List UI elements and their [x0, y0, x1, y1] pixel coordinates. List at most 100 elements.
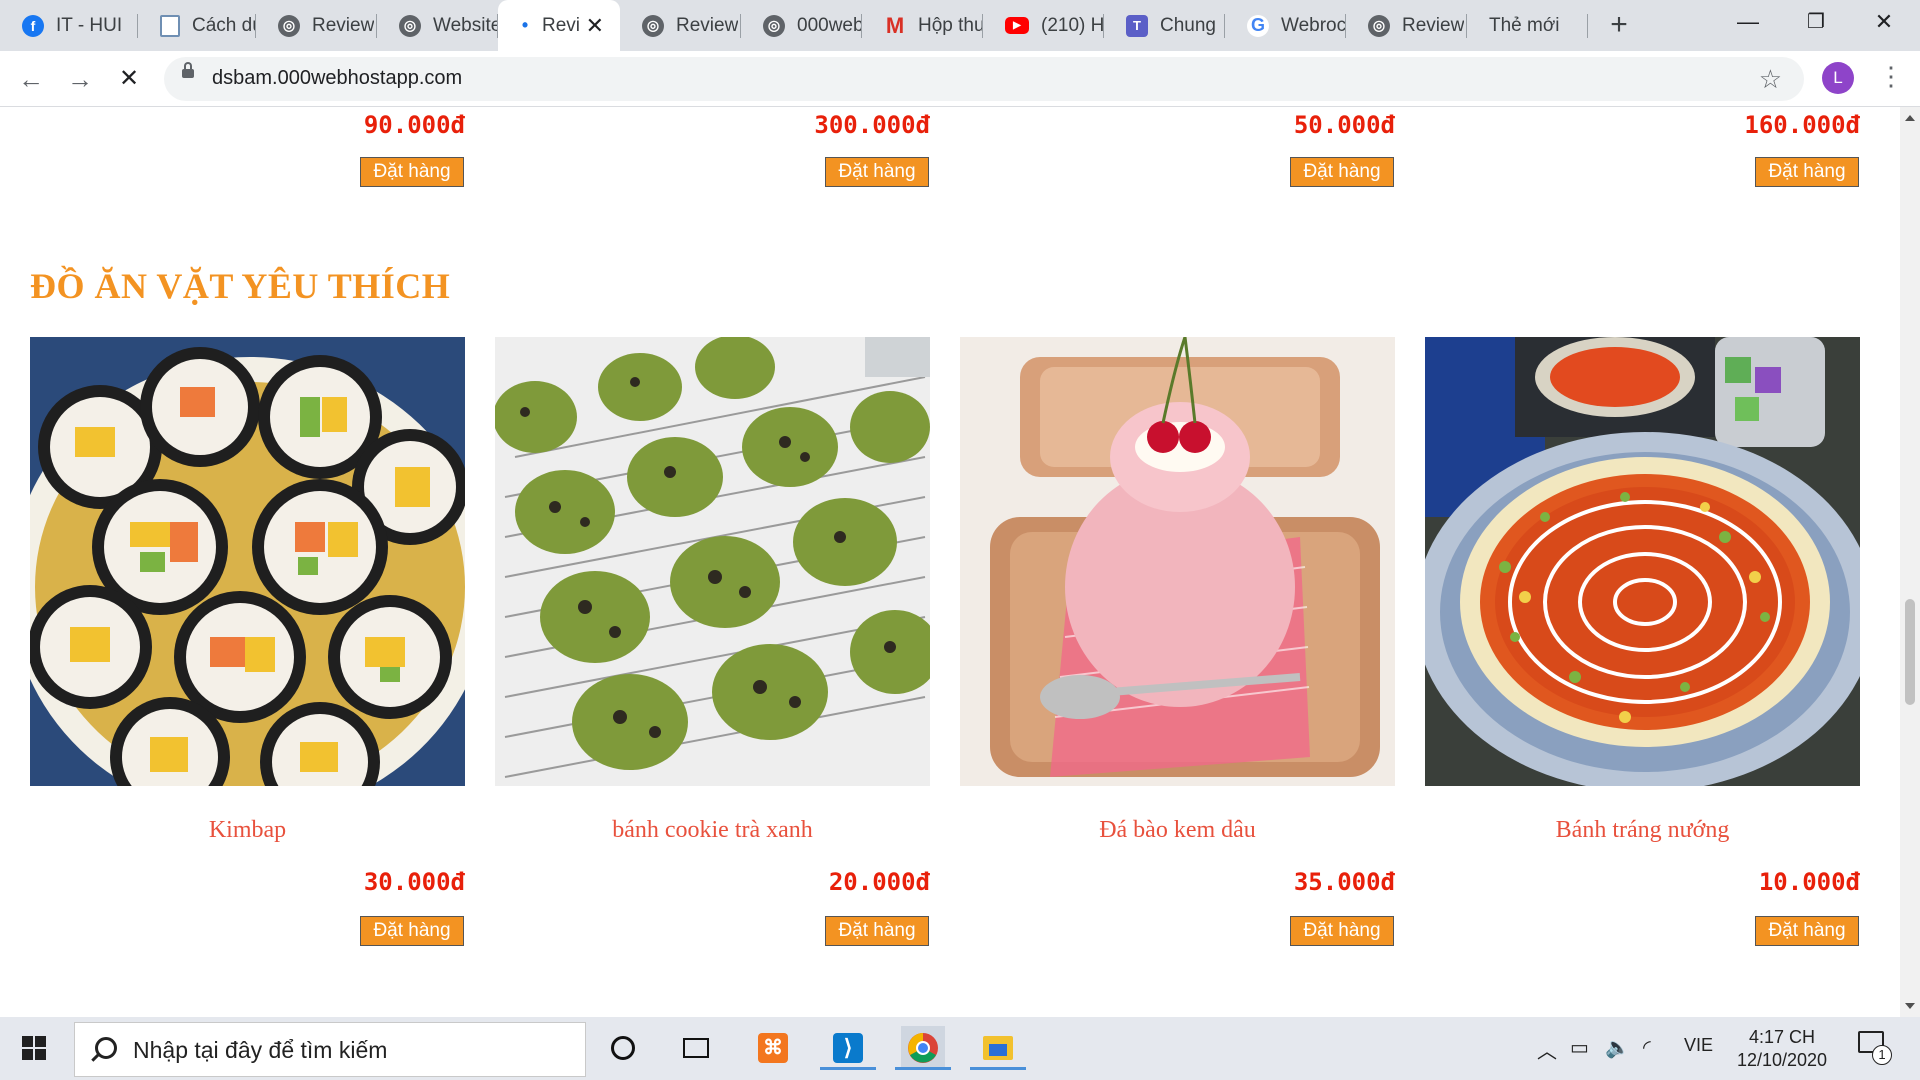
tab-review-3[interactable]: ◎ Review — [1346, 0, 1467, 51]
product-price: 300.000đ — [814, 111, 930, 139]
clock-time: 4:17 CH — [1748, 1027, 1816, 1047]
tab-label: Review — [676, 14, 739, 36]
tab-new[interactable]: Thẻ mới — [1467, 0, 1588, 51]
task-view-icon[interactable] — [674, 1026, 718, 1070]
gmail-icon: M — [885, 12, 905, 38]
xampp-icon[interactable]: ⌘ — [751, 1026, 795, 1070]
tab-label: IT - HUI — [56, 14, 123, 36]
product-image-strawberry-ice[interactable] — [960, 337, 1395, 786]
globe-icon: ◎ — [399, 14, 421, 37]
product-price: 10.000đ — [1758, 868, 1860, 896]
product-image-green-tea[interactable] — [495, 337, 930, 786]
product-name[interactable]: Đá bào kem dâu — [960, 817, 1395, 844]
profile-avatar[interactable]: L — [1822, 62, 1854, 94]
globe-icon: ◎ — [278, 14, 300, 37]
tab-google[interactable]: G Webroc — [1225, 0, 1346, 51]
scroll-thumb[interactable] — [1905, 599, 1915, 705]
order-button[interactable]: Đặt hàng — [825, 916, 929, 946]
tab-label: Cách dù — [192, 14, 256, 36]
volume-icon[interactable]: 🔈 — [1605, 1035, 1630, 1060]
windows-taskbar: Nhập tại đây để tìm kiếm ⌘ ⟩ ︿ ▭ 🔈 ◜ VIE… — [0, 1017, 1920, 1080]
strawberry-shaved-ice-photo — [960, 337, 1395, 786]
chrome-icon[interactable] — [895, 1026, 951, 1070]
globe-icon: ◎ — [763, 14, 785, 37]
youtube-icon: ▶ — [1005, 17, 1029, 34]
restore-button[interactable]: ❐ — [1782, 0, 1850, 44]
product-image-kimbap[interactable] — [30, 337, 465, 786]
tab-label: Webroc — [1281, 14, 1346, 36]
windows-start-icon[interactable] — [22, 1036, 46, 1060]
new-tab-button[interactable]: + — [1602, 9, 1636, 43]
loading-icon: • — [521, 15, 529, 35]
product-price: 30.000đ — [363, 868, 465, 896]
tab-gmail[interactable]: M Hộp thư — [862, 0, 983, 51]
product-image-rice-paper[interactable] — [1425, 337, 1860, 786]
search-icon — [95, 1037, 117, 1059]
taskbar-search[interactable]: Nhập tại đây để tìm kiếm — [74, 1022, 586, 1077]
page-scrollbar[interactable] — [1900, 107, 1920, 1017]
file-explorer-icon[interactable] — [970, 1026, 1026, 1070]
tab-000web[interactable]: ◎ 000web — [741, 0, 862, 51]
order-button[interactable]: Đặt hàng — [1755, 157, 1859, 187]
vscode-icon[interactable]: ⟩ — [820, 1026, 876, 1070]
scroll-up-icon[interactable] — [1905, 115, 1915, 121]
page-viewport: 90.000đ 300.000đ 50.000đ 160.000đ Đặt hà… — [0, 107, 1900, 1017]
scroll-down-icon[interactable] — [1905, 1003, 1915, 1009]
product-price: 160.000đ — [1744, 111, 1860, 139]
product-name[interactable]: Bánh tráng nướng — [1425, 817, 1860, 844]
tab-label: (210) H — [1041, 14, 1104, 36]
wifi-icon[interactable]: ◜ — [1643, 1035, 1651, 1060]
stop-loading-button[interactable]: ✕ — [112, 62, 146, 96]
order-button[interactable]: Đặt hàng — [1290, 157, 1394, 187]
green-tea-muffin-photo — [495, 337, 930, 786]
tab-label: Thẻ mới — [1489, 14, 1560, 36]
minimize-button[interactable]: — — [1714, 0, 1782, 44]
tab-website[interactable]: ◎ Website — [377, 0, 498, 51]
forward-button[interactable]: → — [63, 62, 97, 96]
tab-youtube[interactable]: ▶ (210) H — [983, 0, 1104, 51]
tab-label: Website — [433, 14, 498, 36]
address-bar[interactable]: dsbam.000webhostapp.com ☆ — [164, 57, 1804, 101]
close-window-button[interactable]: ✕ — [1850, 0, 1918, 44]
order-button[interactable]: Đặt hàng — [825, 157, 929, 187]
tab-teams[interactable]: T Chung — [1104, 0, 1225, 51]
search-placeholder[interactable]: Nhập tại đây để tìm kiếm — [133, 1037, 387, 1064]
url-text[interactable]: dsbam.000webhostapp.com — [212, 67, 462, 90]
clock[interactable]: 4:17 CH 12/10/2020 — [1712, 1026, 1852, 1072]
tab-label: Review — [312, 14, 375, 36]
tab-cach-du[interactable]: Cách dù — [138, 0, 256, 51]
tab-it-hui[interactable]: f IT - HUI — [0, 0, 138, 51]
product-name[interactable]: Kimbap — [30, 817, 465, 844]
globe-icon: ◎ — [1368, 14, 1390, 37]
language-indicator[interactable]: VIE — [1684, 1035, 1713, 1056]
tab-label: Hộp thư — [918, 14, 983, 36]
section-title: ĐỒ ĂN VẶT YÊU THÍCH — [30, 266, 451, 306]
google-icon: G — [1247, 14, 1269, 37]
product-name[interactable]: bánh cookie trà xanh — [495, 817, 930, 844]
menu-kebab-icon[interactable]: ⋮ — [1878, 61, 1904, 92]
globe-icon: ◎ — [642, 14, 664, 37]
close-tab-icon[interactable]: ✕ — [586, 13, 604, 39]
product-price: 50.000đ — [1293, 111, 1395, 139]
order-button[interactable]: Đặt hàng — [1755, 916, 1859, 946]
tab-label: Chung — [1160, 14, 1216, 36]
tab-label: Review — [1402, 14, 1465, 36]
product-price: 20.000đ — [828, 868, 930, 896]
product-price: 90.000đ — [363, 111, 465, 139]
order-button[interactable]: Đặt hàng — [360, 157, 464, 187]
notification-center[interactable]: 1 — [1858, 1031, 1892, 1065]
cortana-icon[interactable] — [601, 1026, 645, 1070]
bookmark-star-icon[interactable]: ☆ — [1759, 64, 1782, 95]
tab-bar: f IT - HUI Cách dù ◎ Review ◎ Website • … — [0, 0, 1920, 51]
order-button[interactable]: Đặt hàng — [360, 916, 464, 946]
notification-count: 1 — [1872, 1045, 1892, 1065]
back-button[interactable]: ← — [14, 62, 48, 96]
show-hidden-icons[interactable]: ︿ — [1537, 1035, 1557, 1064]
product-price: 35.000đ — [1293, 868, 1395, 896]
facebook-icon: f — [22, 14, 44, 37]
tab-active-review[interactable]: • Revi ✕ — [498, 0, 620, 51]
order-button[interactable]: Đặt hàng — [1290, 916, 1394, 946]
tab-review-2[interactable]: ◎ Review — [620, 0, 741, 51]
battery-icon[interactable]: ▭ — [1570, 1035, 1589, 1060]
tab-review-1[interactable]: ◎ Review — [256, 0, 377, 51]
